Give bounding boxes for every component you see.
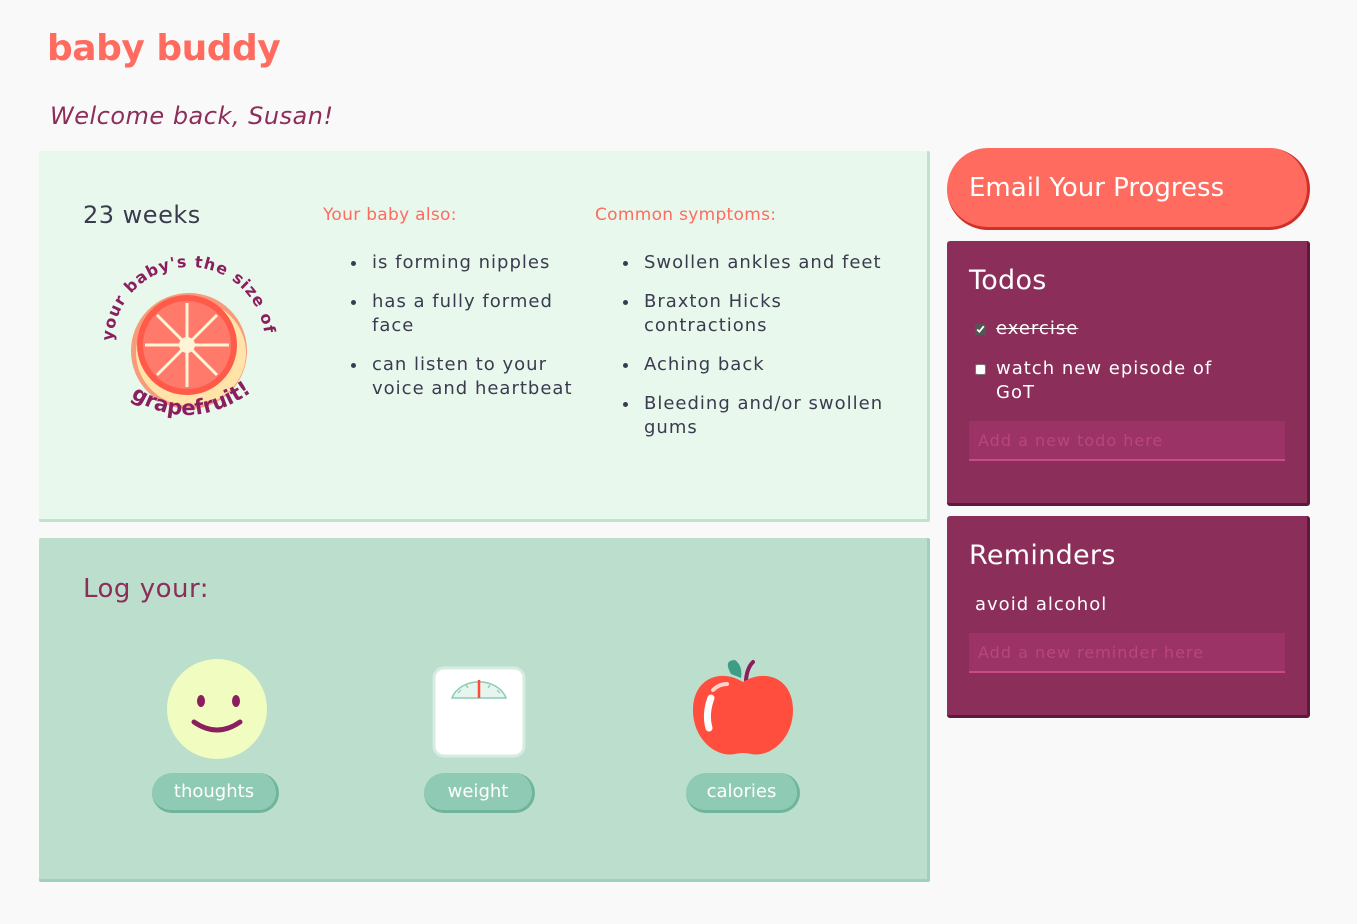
- reminders-panel: Reminders avoid alcohol: [947, 516, 1310, 718]
- grapefruit-badge: your baby's the size of a grapefruit!: [91, 245, 279, 420]
- welcome-message: Welcome back, Susan!: [50, 102, 334, 130]
- todo-item-exercise[interactable]: exercise: [975, 317, 1245, 341]
- weeks-count: 23 weeks: [83, 201, 201, 229]
- smiley-icon[interactable]: [166, 658, 268, 760]
- new-reminder-input[interactable]: [969, 633, 1285, 673]
- list-item: Swollen ankles and feet: [640, 251, 890, 275]
- log-title: Log your:: [83, 574, 209, 604]
- new-todo-input[interactable]: [969, 421, 1285, 461]
- email-progress-button[interactable]: Email Your Progress: [947, 148, 1310, 230]
- thoughts-button[interactable]: thoughts: [152, 773, 279, 813]
- list-item: Braxton Hicks contractions: [640, 290, 890, 338]
- list-item: has a fully formed face: [368, 290, 583, 338]
- todos-title: Todos: [969, 265, 1047, 296]
- list-item: can listen to your voice and heartbeat: [368, 353, 583, 401]
- week-info-panel: 23 weeks your baby's the size of a: [39, 151, 930, 522]
- todo-checkbox[interactable]: [975, 324, 986, 335]
- list-item: Aching back: [640, 353, 890, 377]
- todo-checkbox[interactable]: [975, 364, 986, 375]
- baby-list: is forming nipples has a fully formed fa…: [348, 251, 583, 416]
- todos-panel: Todos exercise watch new episode of GoT: [947, 241, 1310, 506]
- apple-icon[interactable]: [691, 658, 795, 758]
- todo-text: watch new episode of GoT: [996, 358, 1213, 403]
- baby-heading: Your baby also:: [323, 205, 457, 225]
- todo-item-got[interactable]: watch new episode of GoT: [975, 357, 1245, 405]
- todo-text: exercise: [996, 318, 1079, 339]
- reminders-title: Reminders: [969, 540, 1116, 571]
- weight-button[interactable]: weight: [424, 773, 535, 813]
- reminder-item: avoid alcohol: [975, 594, 1108, 615]
- calories-button[interactable]: calories: [686, 773, 800, 813]
- list-item: is forming nipples: [368, 251, 583, 275]
- scale-icon[interactable]: [432, 666, 526, 758]
- app-logo[interactable]: baby buddy: [47, 28, 281, 69]
- symptoms-list: Swollen ankles and feet Braxton Hicks co…: [620, 251, 890, 455]
- symptoms-heading: Common symptoms:: [595, 205, 777, 225]
- list-item: Bleeding and/or swollen gums: [640, 392, 890, 440]
- log-panel: Log your: thoughts weight calories: [39, 538, 930, 882]
